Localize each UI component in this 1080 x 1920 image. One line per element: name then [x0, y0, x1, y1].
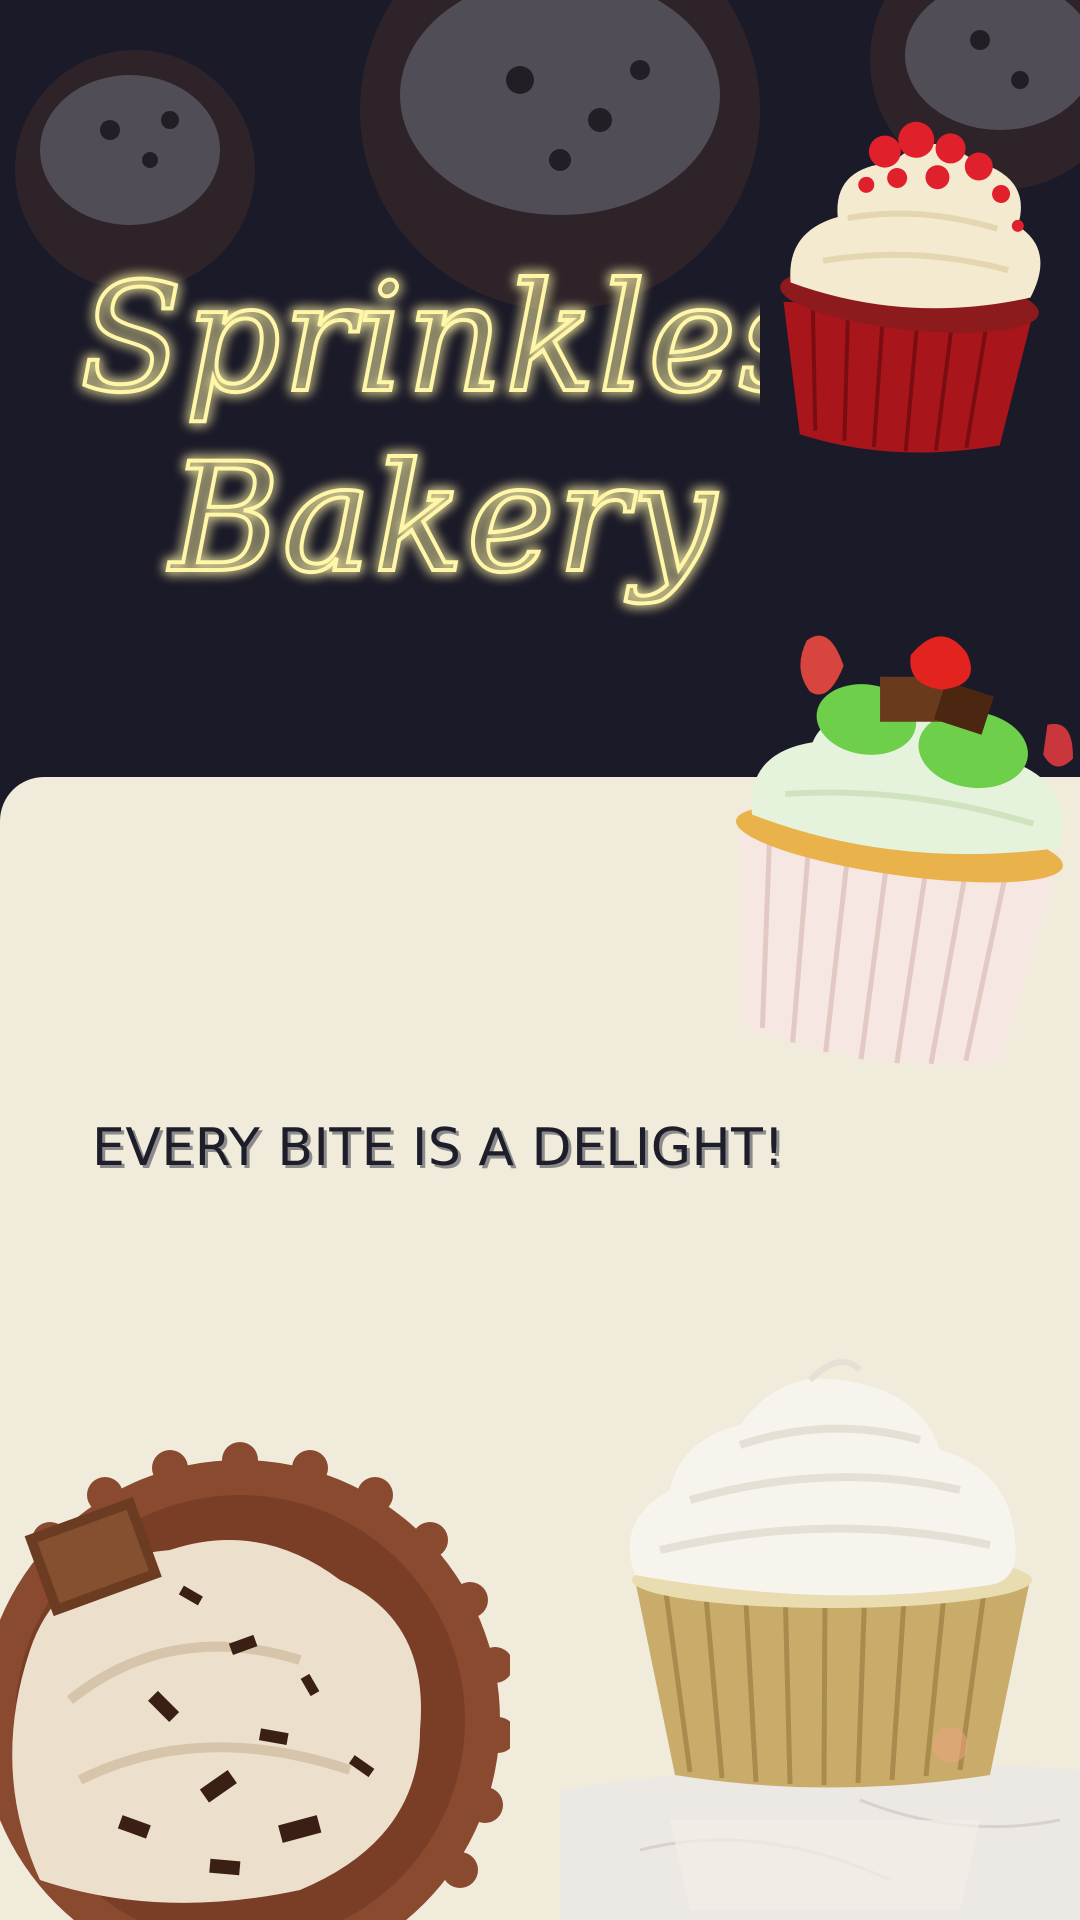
brand-neon-title: Sprinkles Bakery	[78, 250, 760, 608]
chocolate-cupcake-image	[0, 1442, 510, 1920]
brand-name-line1: Sprinkles	[80, 252, 760, 426]
tagline-text: EVERY BITE IS A DELIGHT!	[92, 1118, 785, 1178]
strawberry-cupcake-image	[735, 635, 1073, 1065]
brand-name-line2: Bakery	[167, 432, 718, 606]
vanilla-cupcake-image	[560, 1359, 1080, 1920]
red-velvet-cupcake-image	[780, 121, 1041, 453]
